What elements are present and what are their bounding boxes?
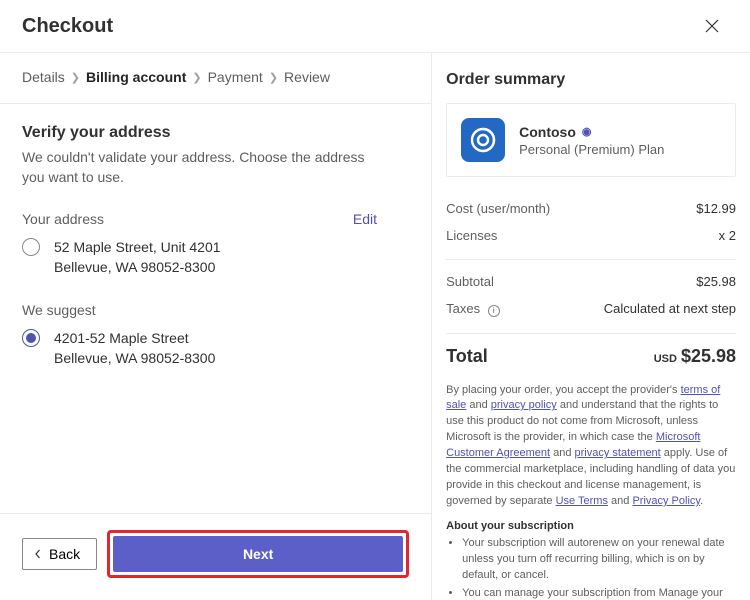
close-icon — [705, 19, 719, 33]
info-icon[interactable]: i — [488, 305, 500, 317]
next-button-highlight: Next — [107, 530, 409, 578]
product-plan: Personal (Premium) Plan — [519, 142, 664, 157]
suggested-address-line1: 4201-52 Maple Street — [54, 328, 215, 348]
chevron-right-icon: ❯ — [269, 71, 278, 84]
next-button[interactable]: Next — [113, 536, 403, 572]
back-button[interactable]: Back — [22, 538, 97, 570]
chevron-right-icon: ❯ — [192, 71, 201, 84]
entered-address-line1: 52 Maple Street, Unit 4201 — [54, 237, 221, 257]
breadcrumb-step-payment[interactable]: Payment — [208, 69, 263, 85]
subtotal-value: $25.98 — [696, 274, 736, 289]
breadcrumb-step-details[interactable]: Details — [22, 69, 65, 85]
privacy-policy-link[interactable]: privacy policy — [491, 399, 557, 411]
verify-address-heading: Verify your address — [22, 124, 409, 142]
we-suggest-label: We suggest — [22, 302, 96, 318]
your-address-label: Your address — [22, 211, 104, 227]
radio-selected-icon[interactable] — [22, 329, 40, 347]
back-button-label: Back — [49, 546, 80, 562]
chevron-right-icon: ❯ — [71, 71, 80, 84]
breadcrumb-step-review[interactable]: Review — [284, 69, 330, 85]
subtotal-label: Subtotal — [446, 274, 494, 289]
chevron-left-icon — [33, 549, 43, 559]
taxes-label: Taxes — [446, 301, 480, 316]
suggested-address-line2: Bellevue, WA 98052-8300 — [54, 348, 215, 368]
total-value: $25.98 — [681, 346, 736, 366]
taxes-value: Calculated at next step — [604, 301, 736, 317]
breadcrumb-step-billing[interactable]: Billing account — [86, 69, 186, 85]
legal-text: By placing your order, you accept the pr… — [446, 383, 736, 511]
autorenew-bullet-2: You can manage your subscription from Ma… — [462, 586, 736, 600]
licenses-label: Licenses — [446, 228, 497, 243]
product-card: Contoso ◉ Personal (Premium) Plan — [446, 103, 736, 177]
autorenew-bullet-1: Your subscription will autorenew on your… — [462, 536, 736, 584]
about-subscription-heading: About your subscription — [446, 520, 736, 532]
use-terms-link[interactable]: Use Terms — [556, 495, 608, 507]
order-summary-heading: Order summary — [446, 71, 736, 89]
total-label: Total — [446, 346, 488, 367]
privacy-policy-2-link[interactable]: Privacy Policy — [632, 495, 700, 507]
licenses-value: x 2 — [719, 228, 736, 243]
verify-address-subtext: We couldn't validate your address. Choos… — [22, 148, 382, 187]
breadcrumb: Details ❯ Billing account ❯ Payment ❯ Re… — [0, 53, 431, 104]
total-currency: USD — [654, 353, 677, 365]
radio-unselected-icon[interactable] — [22, 238, 40, 256]
entered-address-line2: Bellevue, WA 98052-8300 — [54, 257, 221, 277]
address-option-entered[interactable]: 52 Maple Street, Unit 4201 Bellevue, WA … — [22, 237, 409, 278]
product-name: Contoso — [519, 124, 576, 140]
product-logo-icon — [461, 118, 505, 162]
cost-value: $12.99 — [696, 201, 736, 216]
privacy-statement-link[interactable]: privacy statement — [575, 447, 661, 459]
address-option-suggested[interactable]: 4201-52 Maple Street Bellevue, WA 98052-… — [22, 328, 409, 369]
cost-label: Cost (user/month) — [446, 201, 550, 216]
edit-address-button[interactable]: Edit — [353, 211, 377, 227]
page-title: Checkout — [22, 15, 113, 38]
verified-badge-icon: ◉ — [582, 125, 592, 138]
close-button[interactable] — [696, 10, 728, 42]
